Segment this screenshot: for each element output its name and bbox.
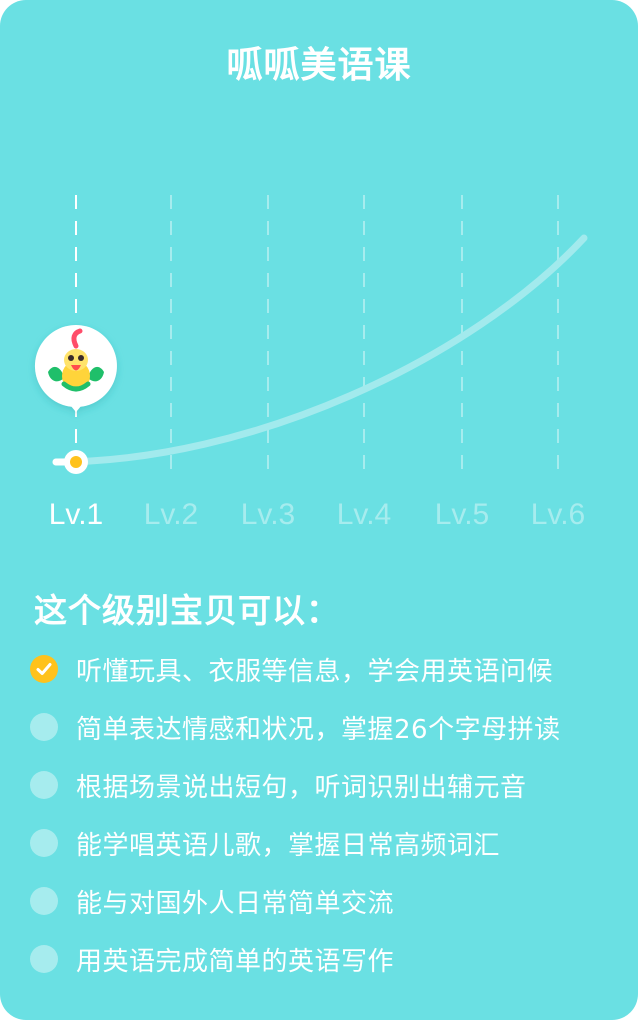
- list-item: 听懂玩具、衣服等信息，学会用英语问候: [30, 640, 630, 698]
- level-label[interactable]: Lv.6: [531, 498, 585, 531]
- list-item: 用英语完成简单的英语写作: [30, 930, 630, 988]
- current-level-marker: [64, 450, 88, 474]
- abilities-heading: 这个级别宝贝可以：: [34, 591, 340, 630]
- progress-curve: [52, 234, 588, 466]
- bullet-dot-icon: [30, 887, 58, 915]
- ability-text: 简单表达情感和状况，掌握26个字母拼读: [76, 714, 561, 745]
- bullet-dot-icon: [30, 713, 58, 741]
- bullet-dot-icon: [30, 771, 58, 799]
- list-item: 根据场景说出短句，听词识别出辅元音: [30, 756, 630, 814]
- level-progress-chart: Lv.1 Lv.2 Lv.3 Lv.4 Lv.5 Lv.6: [34, 195, 588, 531]
- ability-text: 听懂玩具、衣服等信息，学会用英语问候: [76, 656, 554, 687]
- level-label[interactable]: Lv.4: [337, 498, 391, 531]
- ability-text: 根据场景说出短句，听词识别出辅元音: [76, 772, 527, 803]
- level-card: 呱呱美语课 Lv.1 Lv.2 Lv.3 Lv.4 Lv.5 Lv.6 这个级别…: [0, 0, 638, 1020]
- level-label[interactable]: Lv.5: [435, 498, 489, 531]
- check-icon: [30, 655, 58, 683]
- list-item: 简单表达情感和状况，掌握26个字母拼读: [30, 698, 630, 756]
- ability-text: 能学唱英语儿歌，掌握日常高频词汇: [76, 830, 501, 861]
- ability-text: 用英语完成简单的英语写作: [76, 946, 395, 977]
- bullet-dot-icon: [30, 945, 58, 973]
- list-item: 能与对国外人日常简单交流: [30, 872, 630, 930]
- ability-text: 能与对国外人日常简单交流: [76, 888, 395, 919]
- level-label[interactable]: Lv.1: [49, 498, 103, 531]
- list-item: 能学唱英语儿歌，掌握日常高频词汇: [30, 814, 630, 872]
- bullet-dot-icon: [30, 829, 58, 857]
- level-label[interactable]: Lv.3: [241, 498, 295, 531]
- level-label[interactable]: Lv.2: [144, 498, 198, 531]
- abilities-list: 听懂玩具、衣服等信息，学会用英语问候 简单表达情感和状况，掌握26个字母拼读 根…: [30, 640, 630, 988]
